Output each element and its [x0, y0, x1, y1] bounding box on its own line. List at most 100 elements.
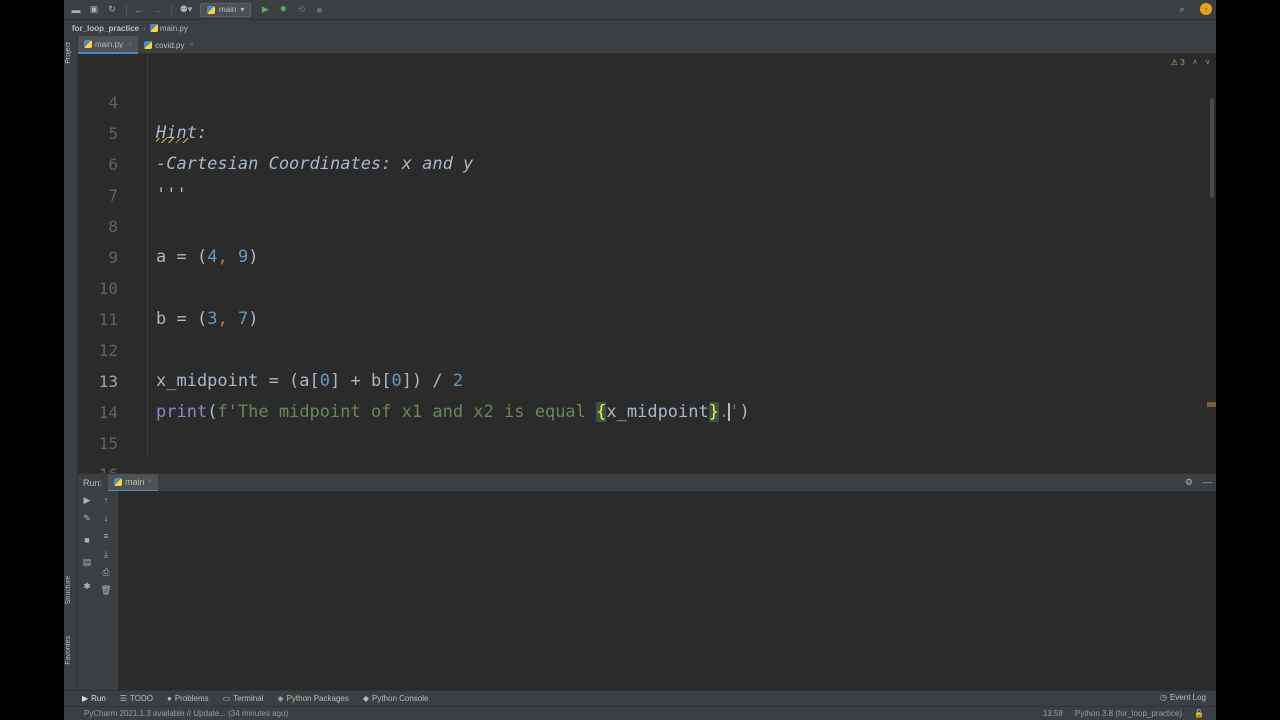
arrow-up-icon[interactable]: ↑ — [100, 495, 112, 505]
problems-tool-button[interactable]: ● Problems — [167, 694, 209, 703]
tab-label: covid.py — [155, 40, 185, 50]
print-icon[interactable]: ⎙ — [100, 567, 112, 578]
run-tool-button[interactable]: ▶ Run — [82, 694, 106, 703]
python-file-icon — [207, 5, 215, 14]
toolbar-right: ⌕ ↑ — [1176, 3, 1212, 15]
tab-covid-py[interactable]: covid.py × — [138, 36, 199, 54]
python-console-tool-button[interactable]: ◆ Python Console — [363, 694, 429, 703]
code-line: 4 Hint: — [78, 56, 1178, 143]
run-icon[interactable]: ▶ — [259, 4, 271, 16]
code-editor[interactable]: ⚠ 3 ˄ ˅ 4 Hint: 5 -Cartesian Coordinates… — [78, 54, 1216, 484]
update-icon[interactable]: ↑ — [1200, 3, 1212, 15]
breadcrumb-project[interactable]: for_loop_practice — [72, 24, 139, 33]
problems-icon: ● — [166, 694, 172, 703]
code-line: 14 — [78, 366, 1178, 422]
code-line-current: 13 print(f'The midpoint of x1 and x2 is … — [78, 335, 1178, 422]
minimize-icon[interactable]: — — [1203, 477, 1212, 488]
editor-scrollbar[interactable] — [1210, 98, 1214, 198]
tool-label: Python Packages — [286, 694, 349, 703]
inspection-count: 3 — [1180, 58, 1185, 67]
tool-label: TODO — [130, 694, 153, 703]
python-icon: ◆ — [362, 694, 369, 703]
event-log-icon: ◷ — [1159, 693, 1167, 702]
package-icon: ◈ — [277, 694, 284, 703]
gear-icon[interactable]: ⚙ — [1185, 477, 1193, 488]
coverage-icon[interactable]: ⟲ — [295, 4, 307, 16]
status-bar: PyCharm 2021.1.3 available // Update... … — [64, 706, 1216, 720]
trash-icon[interactable]: 🗑 — [100, 585, 112, 596]
stop-icon[interactable]: ■ — [313, 4, 325, 16]
wrench-icon[interactable]: ✎ — [81, 513, 93, 524]
python-file-icon — [144, 41, 153, 49]
search-icon[interactable]: ⌕ — [1176, 3, 1188, 15]
python-file-icon — [114, 477, 123, 486]
python-file-icon — [149, 24, 158, 32]
run-tab-main[interactable]: main × — [108, 473, 158, 492]
chevron-down-icon[interactable]: ˅ — [1205, 58, 1210, 67]
run-config-selector[interactable]: main ▾ — [200, 2, 252, 17]
pin-icon[interactable]: ✱ — [81, 581, 93, 592]
caret-position[interactable]: 13:58 — [1043, 709, 1063, 718]
forward-icon[interactable]: → — [151, 4, 163, 16]
code-line: 10 b = (3, 7) — [78, 242, 1178, 329]
breadcrumb-file[interactable]: main.py — [160, 24, 188, 33]
run-panel-title: Run: — [83, 477, 103, 488]
open-folder-icon[interactable]: ▬ — [70, 4, 82, 16]
close-icon[interactable]: × — [148, 478, 152, 485]
warning-underline — [156, 138, 189, 143]
chevron-up-icon[interactable]: ˄ — [1193, 58, 1198, 67]
todo-tool-button[interactable]: ☰ TODO — [120, 694, 153, 703]
run-toolbar: ▶ ↑ ✎ ↓ ■ ≡ ▤ ⤓ ⎙ ✱ 🗑 — [78, 491, 118, 690]
terminal-icon: ▭ — [222, 694, 231, 703]
code-line: 12 x_midpoint = (a[0] + b[0]) / 2 — [78, 304, 1178, 391]
scroll-to-end-icon[interactable]: ⤓ — [100, 549, 112, 560]
structure-tool-button[interactable]: Structure — [65, 576, 72, 604]
breadcrumb-separator-icon: › — [143, 23, 146, 33]
close-icon[interactable]: × — [189, 42, 193, 49]
run-panel-actions: ⚙ — — [1185, 477, 1212, 488]
lock-icon[interactable]: 🔓 — [1194, 709, 1204, 718]
bottom-tool-bar: ▶ Run ☰ TODO ● Problems ▭ Terminal ◈ Python P… — [64, 690, 1216, 706]
tool-label: Problems — [174, 694, 209, 703]
event-log-button[interactable]: ◷ Event Log — [1160, 693, 1206, 702]
tool-label: Python Console — [372, 694, 429, 703]
left-tool-strip: Project Structure Favorites — [64, 36, 78, 704]
code-line: 16 — [78, 428, 1178, 484]
debug-icon[interactable]: ✹ — [277, 4, 289, 16]
run-tab-label: main — [125, 476, 145, 487]
stop-icon[interactable]: ■ — [81, 535, 93, 545]
main-toolbar: ▬ ▣ ↻ ← → ⚉▾ main ▾ ▶ ✹ ⟲ ■ ⌕ ↑ — [64, 0, 1216, 19]
ide-window: ▬ ▣ ↻ ← → ⚉▾ main ▾ ▶ ✹ ⟲ ■ ⌕ ↑ for_loop… — [64, 0, 1216, 720]
terminal-tool-button[interactable]: ▭ Terminal — [223, 694, 264, 703]
interpreter-selector[interactable]: Python 3.8 (for_loop_practice) — [1075, 709, 1182, 718]
status-message[interactable]: PyCharm 2021.1.3 available // Update... … — [84, 709, 288, 718]
python-file-icon — [84, 40, 92, 48]
back-icon[interactable]: ← — [133, 4, 145, 16]
code-line: 9 — [78, 211, 1178, 267]
tool-label: Run — [91, 694, 106, 703]
toolbar-divider — [171, 4, 172, 15]
favorites-tool-button[interactable]: Favorites — [65, 636, 72, 665]
code-line: 7 — [78, 149, 1178, 205]
project-tool-button[interactable]: Project — [65, 42, 72, 64]
play-icon: ▶ — [82, 694, 89, 703]
soft-wrap-icon[interactable]: ≡ — [100, 531, 112, 541]
sync-icon[interactable]: ↻ — [106, 4, 118, 16]
run-console[interactable]: ▶ ↑ ✎ ↓ ■ ≡ ▤ ⤓ ⎙ ✱ 🗑 — [78, 491, 1216, 690]
warning-stripe-marker[interactable] — [1207, 402, 1216, 407]
arrow-down-icon[interactable]: ↓ — [100, 513, 112, 523]
tool-label: Terminal — [233, 694, 264, 703]
python-packages-tool-button[interactable]: ◈ Python Packages — [277, 694, 348, 703]
run-config-label: main — [219, 5, 237, 14]
chevron-down-icon: ▾ — [240, 5, 245, 14]
code-line: 6 ''' — [78, 118, 1178, 205]
rerun-icon[interactable]: ▶ — [81, 495, 93, 506]
layout-icon[interactable]: ▤ — [81, 557, 93, 568]
close-icon[interactable]: × — [128, 41, 132, 48]
tool-label: Event Log — [1169, 693, 1206, 702]
tab-label: main.py — [95, 39, 124, 49]
tab-main-py[interactable]: main.py × — [78, 36, 139, 54]
user-icon[interactable]: ⚉▾ — [178, 4, 194, 16]
list-icon: ☰ — [119, 694, 128, 703]
save-icon[interactable]: ▣ — [88, 4, 100, 16]
